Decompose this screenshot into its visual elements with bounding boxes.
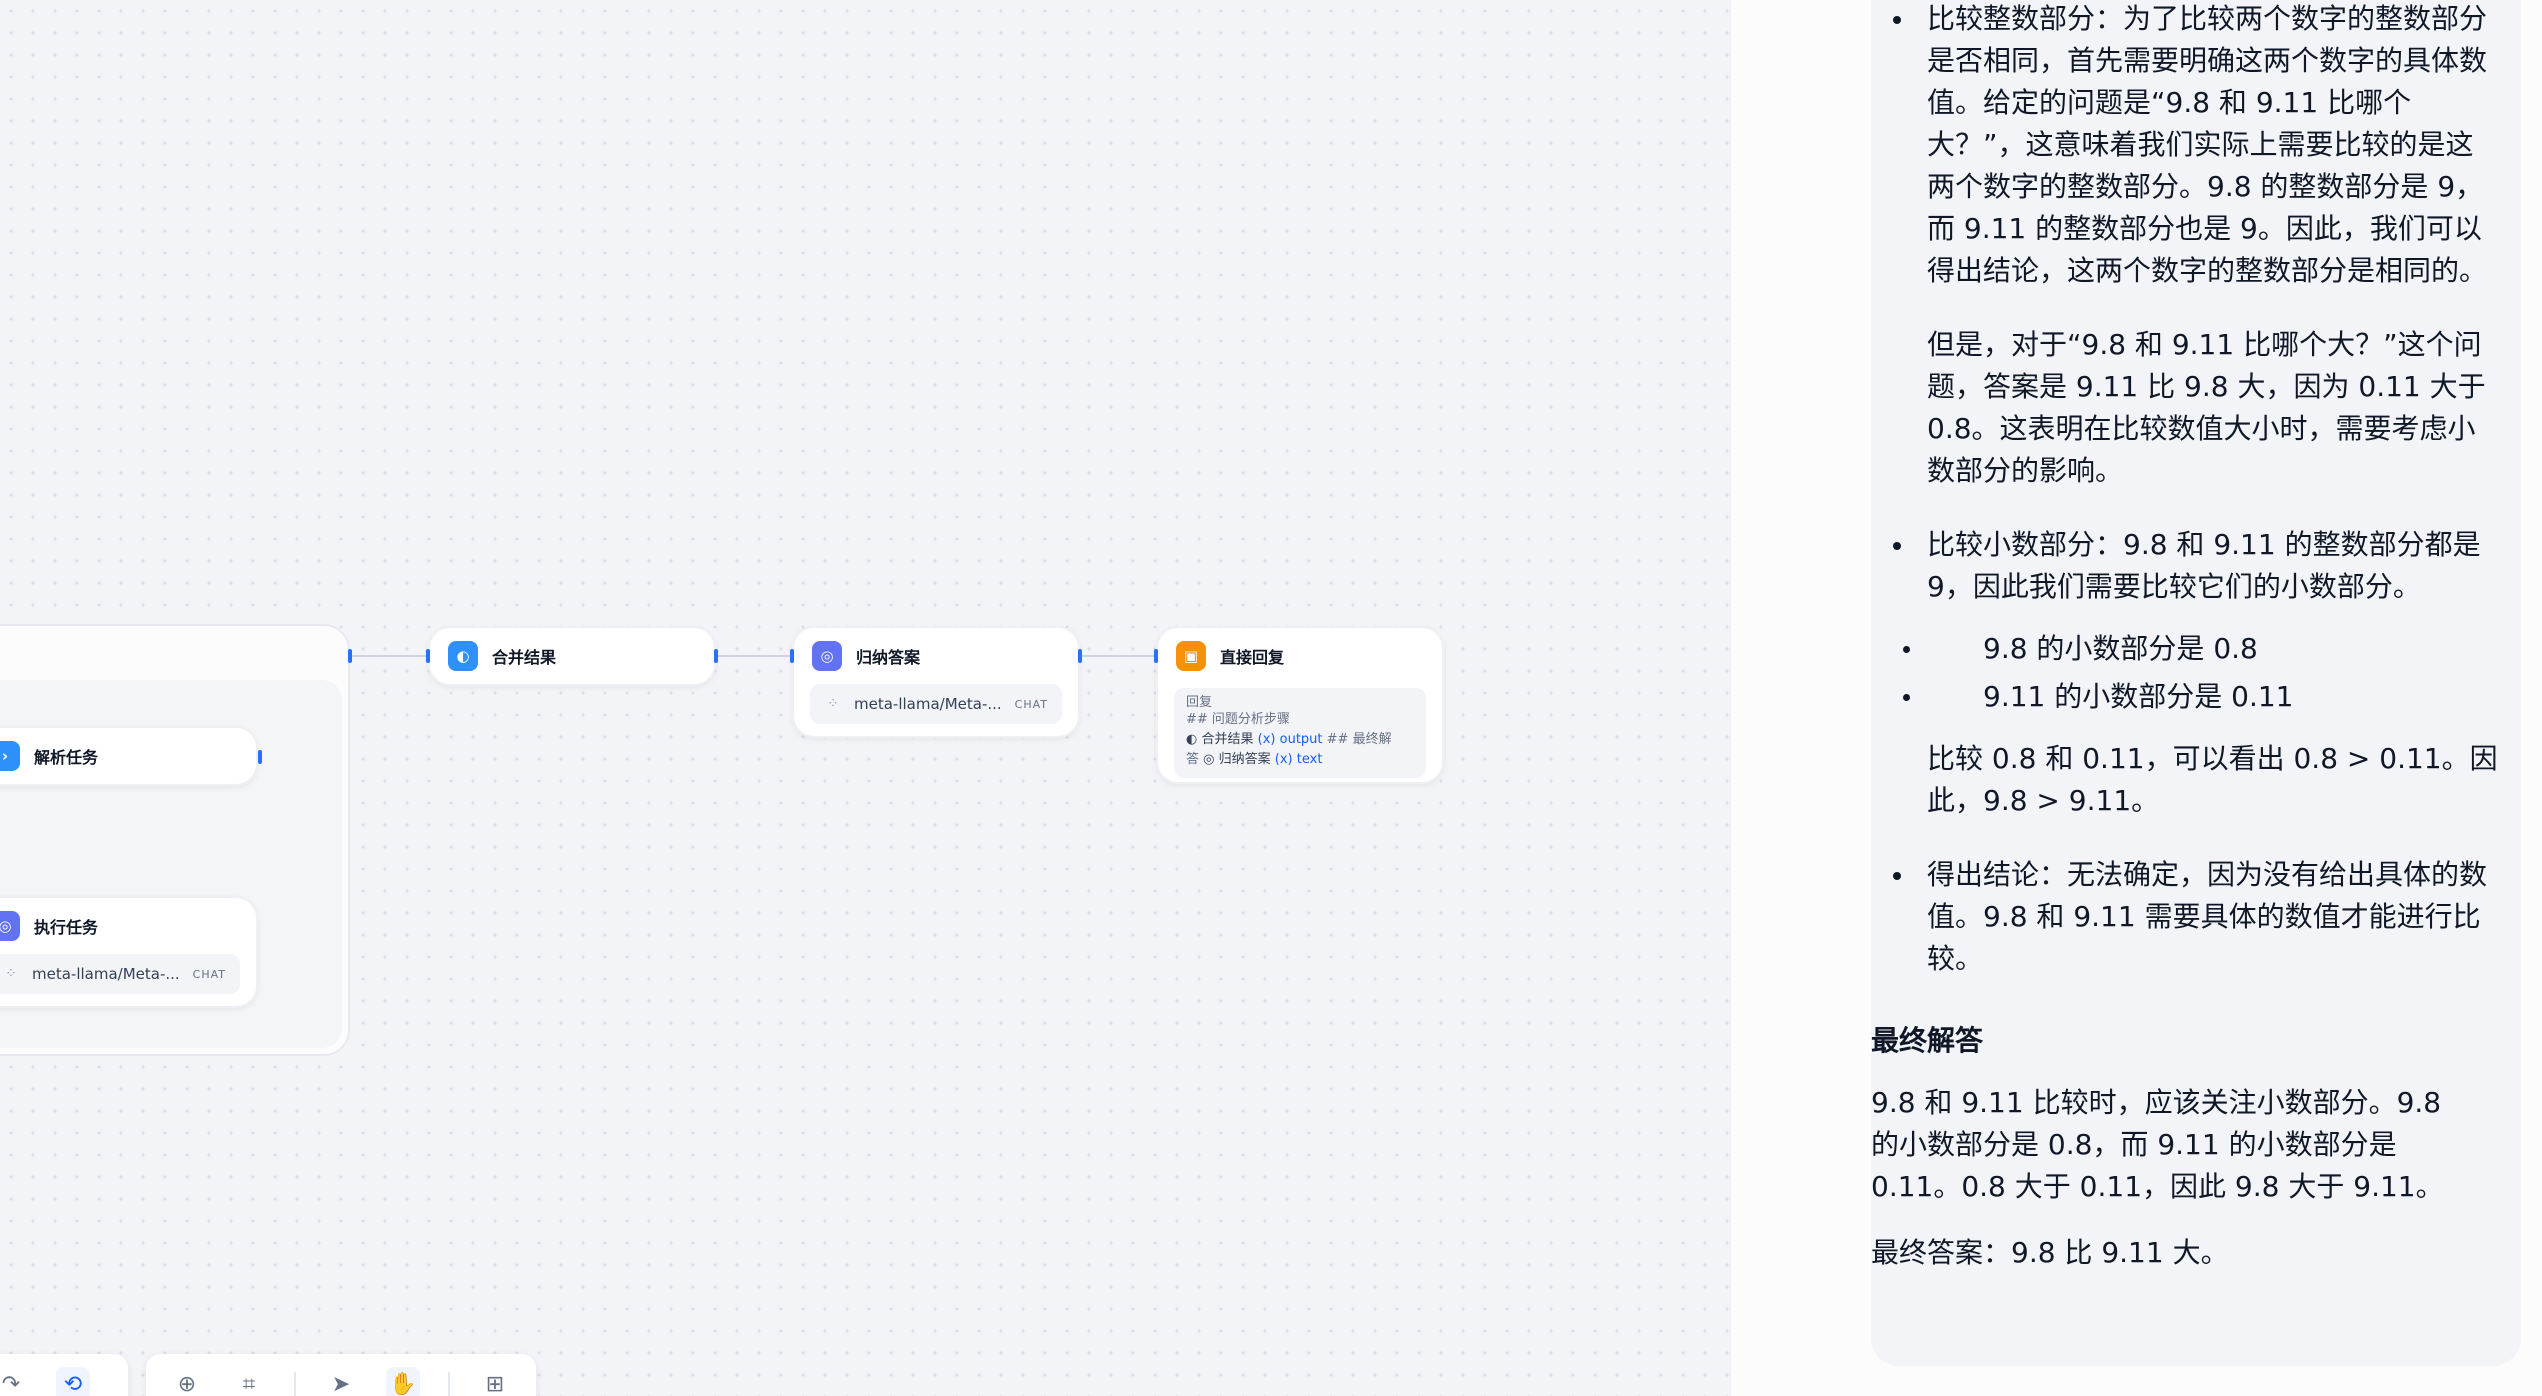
node-title: 归纳答案 <box>856 648 921 667</box>
toolbar-divider <box>448 1372 450 1396</box>
node-execute-task[interactable]: ◎ 执行任务 ⁘ meta-llama/Meta-... CHAT <box>0 896 258 1008</box>
merge-input-handle[interactable] <box>426 649 430 663</box>
list-item: 比较整数部分：为了比较两个数字的整数部分是否相同，首先需要明确这两个数字的具体数… <box>1871 0 2501 492</box>
add-node-icon[interactable]: ⊕ <box>170 1367 204 1396</box>
node-ref-icon: ◐ <box>1186 732 1202 747</box>
bullet-paragraph: 比较 0.8 和 0.11，可以看出 0.8 > 0.11。因此，9.8 > 9… <box>1927 742 2498 817</box>
variable-name: output <box>1279 732 1323 747</box>
sub-item-text: 9.8 的小数部分是 0.8 <box>1983 632 2258 665</box>
iteration-output-handle[interactable] <box>348 649 352 663</box>
node-title: 执行任务 <box>34 918 99 937</box>
node-title: 直接回复 <box>1220 648 1285 667</box>
model-provider-icon: ⁘ <box>827 696 839 712</box>
reply-text: ## 最终解 <box>1326 732 1392 747</box>
sub-list-item: 9.11 的小数部分是 0.11 <box>1871 676 2501 718</box>
parse-output-handle[interactable] <box>258 750 262 764</box>
analysis-list: 比较整数部分：为了比较两个数字的整数部分是否相同，首先需要明确这两个数字的具体数… <box>1893 0 2501 980</box>
preview-panel: 比较整数部分：为了比较两个数字的整数部分是否相同，首先需要明确这两个数字的具体数… <box>1730 0 2542 1396</box>
reply-line-1: ## 问题分析步骤 <box>1186 712 1290 727</box>
history-toolbar: ↷ ⟲ <box>0 1354 128 1396</box>
summarize-input-handle[interactable] <box>790 649 794 663</box>
bullet-text: 比较整数部分：为了比较两个数字的整数部分是否相同，首先需要明确这两个数字的具体数… <box>1927 2 2488 287</box>
answer-content: 比较整数部分：为了比较两个数字的整数部分是否相同，首先需要明确这两个数字的具体数… <box>1871 0 2501 1274</box>
workflow-canvas[interactable]: › 解析任务 ◎ 执行任务 ⁘ meta-llama/Meta-... CHAT… <box>0 0 1730 1396</box>
model-provider-icon: ⁘ <box>5 966 17 982</box>
toolbar-divider <box>294 1372 296 1396</box>
bullet-text: 比较小数部分：9.8 和 9.11 的整数部分都是 9，因此我们需要比较它们的小… <box>1927 528 2481 603</box>
canvas-control-toolbar: ⊕ ⌗ ➤ ✋ ⊞ <box>146 1354 536 1396</box>
final-answer-heading: 最终解答 <box>1871 1024 1984 1057</box>
reply-text: 答 <box>1186 752 1200 767</box>
bullet-paragraph: 但是，对于“9.8 和 9.11 比哪个大？”这个问题，答案是 9.11 比 9… <box>1927 328 2486 487</box>
pointer-icon[interactable]: ➤ <box>324 1367 358 1396</box>
bullet-text: 得出结论：无法确定，因为没有给出具体的数值。9.8 和 9.11 需要具体的数值… <box>1927 858 2488 975</box>
node-merge-results[interactable]: ◐ 合并结果 <box>428 626 716 686</box>
node-ref-icon: ◎ <box>1203 752 1219 767</box>
parse-node-icon: › <box>0 741 20 771</box>
merge-output-handle[interactable] <box>714 649 718 663</box>
list-item: 得出结论：无法确定，因为没有给出具体的数值。9.8 和 9.11 需要具体的数值… <box>1871 854 2501 980</box>
variable-ref: (x) <box>1257 732 1280 747</box>
variable-ref: (x) <box>1274 752 1297 767</box>
summarize-output-handle[interactable] <box>1078 649 1082 663</box>
llm-node-icon: ◎ <box>0 911 20 941</box>
sub-item-text: 9.11 的小数部分是 0.11 <box>1983 680 2294 713</box>
reply-preview: 回复 ## 问题分析步骤 ◐ 合并结果 (x) output ## 最终解 答 … <box>1174 688 1426 778</box>
reply-label: 回复 <box>1186 695 1213 710</box>
model-name: meta-llama/Meta-... <box>32 965 180 983</box>
ref-node-name: 合并结果 <box>1201 732 1254 747</box>
model-mode-tag: CHAT <box>192 967 226 981</box>
layout-icon[interactable]: ⊞ <box>478 1367 512 1396</box>
hand-icon[interactable]: ✋ <box>386 1367 420 1396</box>
ref-node-name: 归纳答案 <box>1218 752 1271 767</box>
reply-line-3: 答 ◎ 归纳答案 (x) text <box>1186 750 1414 770</box>
list-item: 比较小数部分：9.8 和 9.11 的整数部分都是 9，因此我们需要比较它们的小… <box>1871 524 2501 822</box>
node-summarize-answer[interactable]: ◎ 归纳答案 ⁘ meta-llama/Meta-... CHAT <box>792 626 1080 738</box>
final-answer-paragraph: 9.8 和 9.11 比较时，应该关注小数部分。9.8 的小数部分是 0.8，而… <box>1871 1086 2444 1203</box>
model-selector[interactable]: ⁘ meta-llama/Meta-... CHAT <box>0 954 240 994</box>
reply-node-icon: ▣ <box>1176 641 1206 671</box>
model-mode-tag: CHAT <box>1014 697 1048 711</box>
note-icon[interactable]: ⌗ <box>232 1367 266 1396</box>
variable-name: text <box>1296 752 1323 767</box>
model-selector[interactable]: ⁘ meta-llama/Meta-... CHAT <box>810 684 1062 724</box>
node-direct-reply[interactable]: ▣ 直接回复 回复 ## 问题分析步骤 ◐ 合并结果 (x) output ##… <box>1156 626 1444 784</box>
node-title: 解析任务 <box>34 748 99 767</box>
final-answer-line: 最终答案：9.8 比 9.11 大。 <box>1871 1236 2229 1269</box>
history-icon[interactable]: ⟲ <box>56 1367 90 1396</box>
merge-node-icon: ◐ <box>448 641 478 671</box>
reply-line-2: ◐ 合并结果 (x) output ## 最终解 <box>1186 730 1414 750</box>
redo-icon[interactable]: ↷ <box>0 1367 28 1396</box>
node-title: 合并结果 <box>492 648 557 667</box>
llm-node-icon: ◎ <box>812 641 842 671</box>
sub-list: 9.8 的小数部分是 0.8 9.11 的小数部分是 0.11 <box>1871 628 2501 718</box>
model-name: meta-llama/Meta-... <box>854 695 1002 713</box>
sub-list-item: 9.8 的小数部分是 0.8 <box>1871 628 2501 670</box>
node-parse-task[interactable]: › 解析任务 <box>0 726 258 786</box>
reply-input-handle[interactable] <box>1154 649 1158 663</box>
